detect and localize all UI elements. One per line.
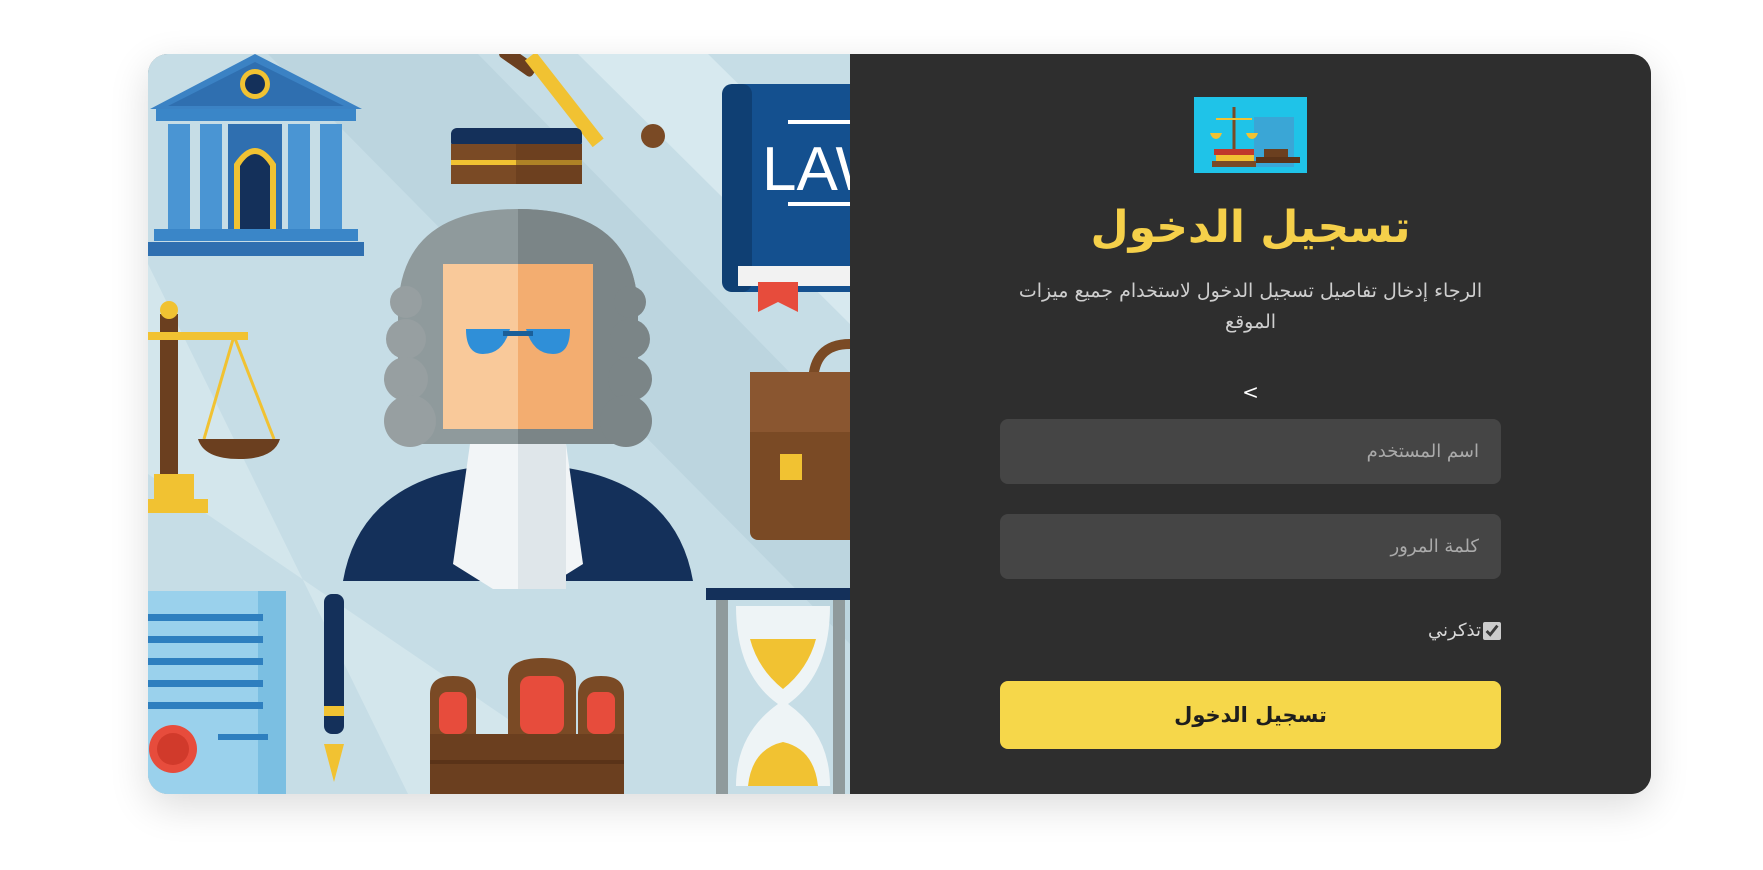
login-panel: تسجيل الدخول الرجاء إدخال تفاصيل تسجيل ا… xyxy=(850,54,1651,794)
jury-chairs-icon xyxy=(430,658,624,794)
stray-text-mark: > xyxy=(1242,380,1259,404)
certificate-icon xyxy=(148,591,286,794)
page-subtitle: الرجاء إدخال تفاصيل تسجيل الدخول لاستخدا… xyxy=(1018,280,1483,333)
page-title: تسجيل الدخول xyxy=(1090,202,1411,253)
legal-illustration-art: LAW xyxy=(148,54,850,794)
justice-logo-icon xyxy=(1194,97,1307,173)
password-input[interactable] xyxy=(1000,514,1501,579)
svg-text:LAW: LAW xyxy=(762,135,850,204)
law-book-icon: LAW xyxy=(722,84,850,312)
username-input[interactable] xyxy=(1000,419,1501,484)
remember-me-checkbox[interactable] xyxy=(1483,621,1501,640)
login-card: LAW xyxy=(148,54,1651,794)
remember-me-label: تذكرني xyxy=(1428,620,1481,641)
legal-illustration: LAW xyxy=(148,54,850,794)
remember-me[interactable]: تذكرني xyxy=(1428,620,1501,641)
sound-block-icon xyxy=(451,128,582,184)
briefcase-icon xyxy=(750,339,850,540)
login-button[interactable]: تسجيل الدخول xyxy=(1000,681,1501,749)
fountain-pen-icon xyxy=(324,594,344,782)
